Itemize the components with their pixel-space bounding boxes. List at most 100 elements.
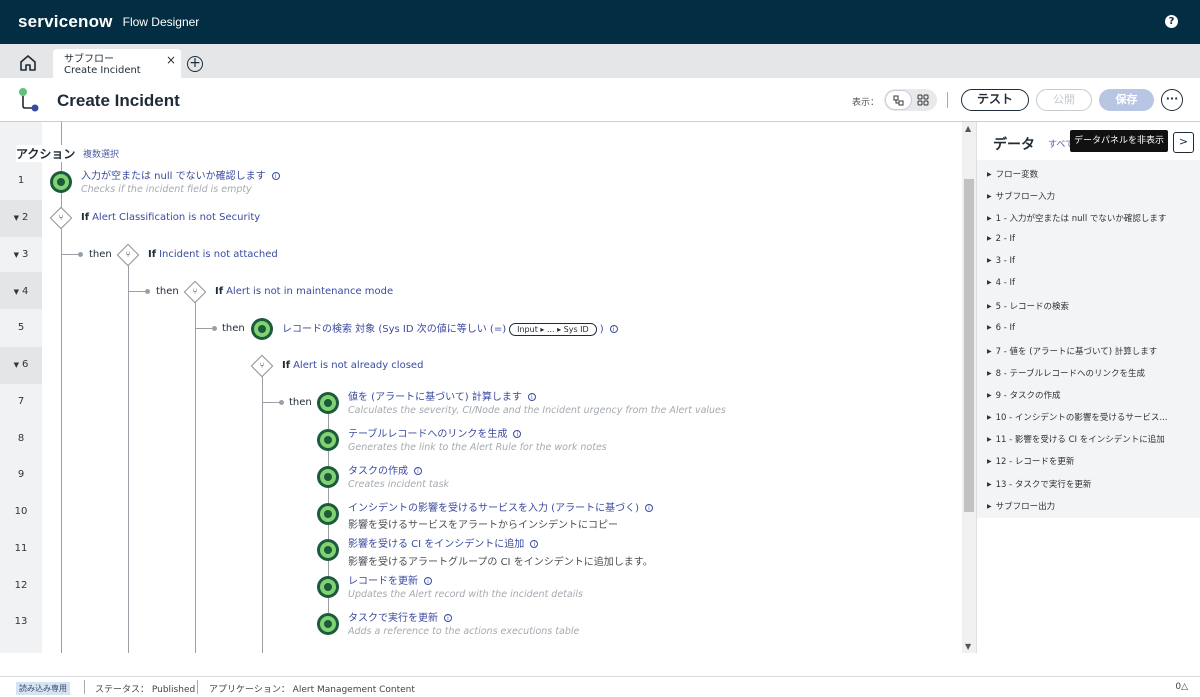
action-node-icon[interactable]: [251, 318, 273, 340]
row-number[interactable]: ▼ 6: [0, 359, 42, 370]
expand-icon[interactable]: ▶: [987, 392, 992, 399]
row-number[interactable]: ▼ 3: [0, 249, 42, 260]
step-10-desc: 影響を受けるサービスをアラートからインシデントにコピー: [348, 520, 618, 531]
collapse-caret-icon[interactable]: ▼: [14, 361, 19, 369]
data-panel: データ すべて データパネルを非表示 > ▶ フロー変数 ▶ サブフロー入力 ▶ 1 …: [976, 122, 1200, 653]
step-6-condition[interactable]: If Alert is not already closed: [282, 360, 423, 371]
expand-icon[interactable]: ▶: [987, 324, 992, 331]
data-item[interactable]: ▶ フロー変数: [987, 168, 1038, 180]
warning-count[interactable]: 0△: [1175, 682, 1188, 692]
info-icon[interactable]: i: [527, 393, 536, 401]
expand-icon[interactable]: ▶: [987, 503, 992, 510]
expand-icon[interactable]: ▶: [987, 279, 992, 286]
step-2-condition[interactable]: If Alert Classification is not Security: [81, 212, 260, 223]
home-icon[interactable]: [18, 54, 38, 72]
then-label: then: [222, 323, 245, 334]
step-3-condition[interactable]: If Incident is not attached: [148, 249, 278, 260]
data-item[interactable]: ▶ 10 - インシデントの影響を受けるサービス...: [987, 411, 1168, 423]
action-node-icon[interactable]: [317, 613, 339, 635]
action-node-icon[interactable]: [317, 392, 339, 414]
step-1-title[interactable]: 入力が空または null でないか確認します i: [81, 167, 280, 182]
expand-icon[interactable]: ▶: [987, 215, 992, 222]
collapse-caret-icon[interactable]: ▼: [14, 288, 19, 296]
data-item[interactable]: ▶ 13 - タスクで実行を更新: [987, 478, 1091, 490]
data-item[interactable]: ▶ 6 - If: [987, 323, 1015, 333]
canvas-scrollbar[interactable]: ▲ ▼: [962, 122, 976, 653]
page-title: Create Incident: [57, 91, 180, 110]
expand-icon[interactable]: ▶: [987, 303, 992, 310]
info-icon[interactable]: i: [424, 577, 432, 585]
expand-icon[interactable]: ▶: [987, 481, 992, 488]
servicenow-logo[interactable]: servicenow: [18, 12, 113, 32]
data-item[interactable]: ▶ 5 - レコードの検索: [987, 300, 1069, 312]
expand-icon[interactable]: ▶: [987, 370, 992, 377]
more-options-button[interactable]: ···: [1161, 89, 1183, 111]
tree-view-button[interactable]: [885, 90, 912, 110]
step-7-title[interactable]: 値を (アラートに基づいて) 計算します i: [348, 388, 536, 403]
info-icon[interactable]: i: [414, 467, 422, 475]
action-node-icon[interactable]: [317, 429, 339, 451]
step-4-condition[interactable]: If Alert is not in maintenance mode: [215, 286, 393, 297]
row-number: 8: [17, 433, 25, 444]
expand-icon[interactable]: ▶: [987, 458, 992, 465]
step-10-title[interactable]: インシデントの影響を受けるサービスを入力 (アラートに基づく) i: [348, 499, 653, 514]
action-node-icon[interactable]: [317, 466, 339, 488]
scroll-up-icon[interactable]: ▲: [965, 124, 971, 133]
action-node-icon[interactable]: [50, 171, 72, 193]
step-9-title[interactable]: タスクの作成 i: [348, 462, 422, 477]
row-number[interactable]: ▼ 2: [0, 212, 42, 223]
step-9-desc: Creates incident task: [348, 479, 449, 490]
info-icon[interactable]: i: [609, 325, 618, 333]
collapse-caret-icon[interactable]: ▼: [14, 214, 19, 222]
data-item[interactable]: ▶ 7 - 値を (アラートに基づいて) 計算します: [987, 345, 1157, 357]
data-item[interactable]: ▶ 9 - タスクの作成: [987, 389, 1061, 401]
tab-create-incident[interactable]: サブフロー Create Incident: [53, 49, 181, 79]
data-item[interactable]: ▶ 2 - If: [987, 234, 1015, 244]
tab-close-icon[interactable]: ×: [166, 53, 176, 67]
expand-icon[interactable]: ▶: [987, 436, 992, 443]
expand-icon[interactable]: ▶: [987, 171, 992, 178]
data-item[interactable]: ▶ 1 - 入力が空または null でないか確認します: [987, 212, 1166, 224]
expand-icon[interactable]: ▶: [987, 257, 992, 264]
data-item[interactable]: ▶ 12 - レコードを更新: [987, 455, 1074, 467]
grid-view-icon[interactable]: [916, 93, 930, 107]
expand-icon[interactable]: ▶: [987, 348, 992, 355]
scroll-down-icon[interactable]: ▼: [965, 642, 971, 651]
save-button[interactable]: 保存: [1099, 89, 1154, 111]
row-number[interactable]: ▼ 4: [0, 286, 42, 297]
test-button[interactable]: テスト: [961, 89, 1029, 111]
data-item[interactable]: ▶ サブフロー入力: [987, 190, 1055, 202]
step-11-title[interactable]: 影響を受ける CI をインシデントに追加 i: [348, 535, 539, 550]
multi-select-link[interactable]: 複数選択: [83, 147, 119, 160]
info-icon[interactable]: i: [444, 614, 452, 622]
data-item[interactable]: ▶ 4 - If: [987, 278, 1015, 288]
expand-icon[interactable]: ▶: [987, 235, 992, 242]
data-item[interactable]: ▶ 3 - If: [987, 256, 1015, 266]
scroll-thumb[interactable]: [964, 179, 974, 512]
row-number: 12: [14, 580, 28, 591]
info-icon[interactable]: i: [513, 430, 522, 438]
chevron-right-icon[interactable]: >: [1173, 132, 1194, 153]
data-item[interactable]: ▶ サブフロー出力: [987, 500, 1055, 512]
view-toggle[interactable]: [884, 89, 937, 111]
help-icon[interactable]: ?: [1165, 15, 1178, 28]
publish-button[interactable]: 公開: [1036, 89, 1092, 111]
action-node-icon[interactable]: [317, 503, 339, 525]
action-node-icon[interactable]: [317, 539, 339, 561]
step-12-title[interactable]: レコードを更新 i: [348, 572, 432, 587]
collapse-caret-icon[interactable]: ▼: [14, 251, 19, 259]
data-item[interactable]: ▶ 11 - 影響を受ける CI をインシデントに追加: [987, 433, 1165, 445]
step-5-title[interactable]: レコードの検索 対象 (Sys ID 次の値に等しい (=) Input ▸ ..…: [282, 320, 618, 336]
data-item[interactable]: ▶ 8 - テーブルレコードへのリンクを生成: [987, 367, 1145, 379]
action-node-icon[interactable]: [317, 576, 339, 598]
info-icon[interactable]: i: [271, 172, 280, 180]
data-pill[interactable]: Input ▸ ... ▸ Sys ID: [509, 323, 597, 336]
info-icon[interactable]: i: [644, 504, 653, 512]
step-13-title[interactable]: タスクで実行を更新 i: [348, 609, 452, 624]
add-tab-button[interactable]: +: [187, 56, 203, 72]
expand-icon[interactable]: ▶: [987, 414, 992, 421]
info-icon[interactable]: i: [530, 540, 539, 548]
step-8-title[interactable]: テーブルレコードへのリンクを生成 i: [348, 425, 522, 440]
branch-dot: [145, 289, 150, 294]
expand-icon[interactable]: ▶: [987, 193, 992, 200]
